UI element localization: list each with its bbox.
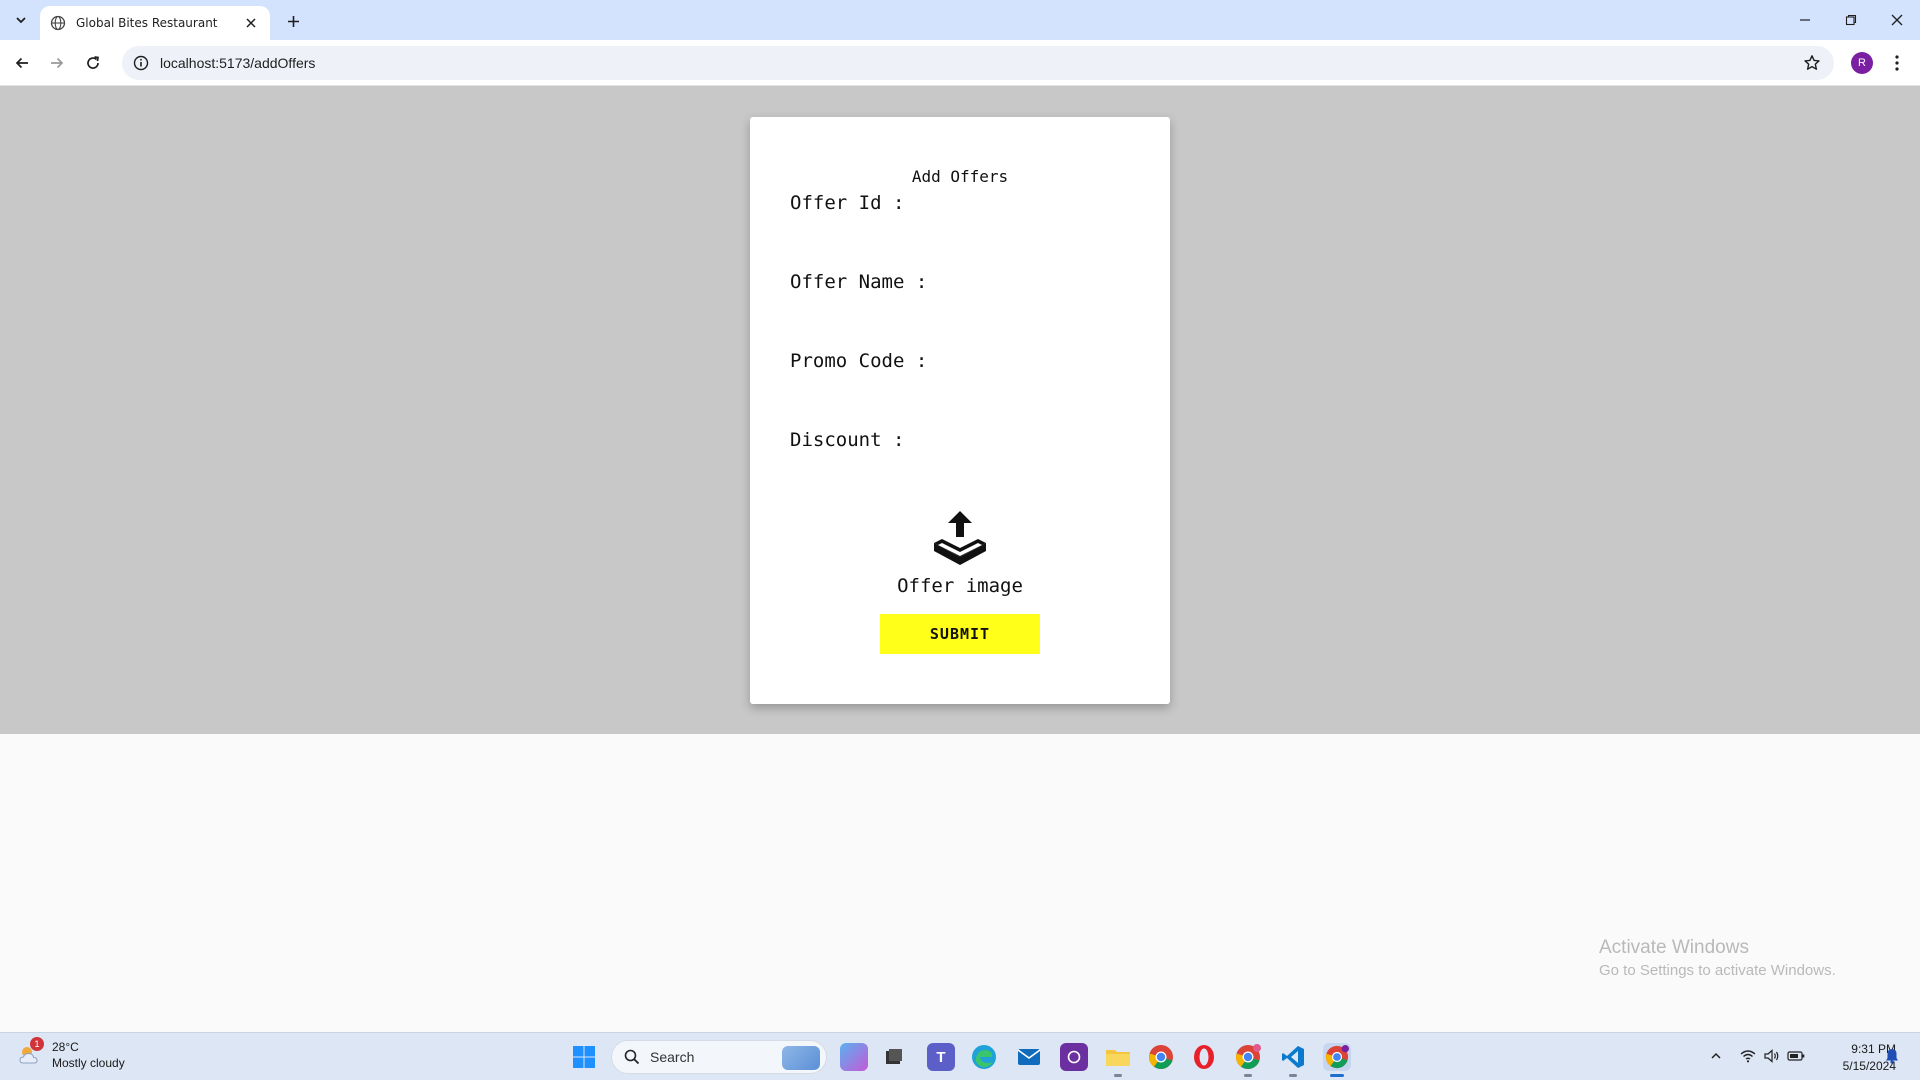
mail-icon[interactable] [1015,1043,1043,1071]
activate-windows-watermark: Activate Windows Go to Settings to activ… [1599,937,1836,979]
offer-image-upload[interactable]: Offer image [750,511,1170,597]
site-info-icon[interactable] [132,54,150,72]
close-tab-icon[interactable] [242,14,260,32]
running-indicator [1289,1074,1297,1077]
running-indicator [1330,1074,1344,1077]
profile-avatar[interactable]: R [1851,52,1873,74]
cloudy-weather-icon: 1 [16,1037,44,1069]
windows-start-icon[interactable] [572,1045,596,1069]
search-icon [624,1049,640,1065]
address-bar[interactable]: localhost:5173/addOffers [122,46,1834,80]
search-highlight-icon [782,1046,820,1070]
more-menu-icon[interactable] [1885,51,1909,75]
opera-icon[interactable] [1190,1043,1218,1071]
promo-code-label: Promo Code : [790,350,928,372]
battery-icon[interactable] [1787,1047,1805,1065]
volume-icon[interactable] [1763,1047,1781,1065]
edge-icon[interactable] [970,1043,998,1071]
add-offers-card: Add Offers Offer Id : Offer Name : Promo… [750,117,1170,704]
bookmark-star-icon[interactable] [1800,51,1824,75]
windows-taskbar: 1 28°C Mostly cloudy Search T 9:31 PM 5/… [0,1032,1920,1080]
modal-overlay: Add Offers Offer Id : Offer Name : Promo… [0,86,1920,734]
tab-title: Global Bites Restaurant [76,16,218,30]
wifi-icon[interactable] [1739,1047,1757,1065]
upload-icon [934,511,986,565]
weather-temperature: 28°C [52,1040,79,1054]
submit-button[interactable]: SUBMIT [880,614,1040,654]
browser-tab-bar: Global Bites Restaurant [0,0,1920,40]
watermark-title: Activate Windows [1599,937,1749,958]
notification-bell-icon[interactable] [1883,1047,1901,1065]
reload-icon[interactable] [81,51,105,75]
close-window-icon[interactable] [1882,8,1912,32]
file-explorer-icon[interactable] [1104,1043,1132,1077]
globe-icon [50,15,66,31]
taskbar-search[interactable]: Search [611,1040,827,1074]
back-arrow-icon[interactable] [10,51,34,75]
show-hidden-icons-chevron-icon[interactable] [1707,1047,1725,1065]
copilot-icon[interactable] [840,1043,868,1071]
weather-widget[interactable]: 1 28°C Mostly cloudy [16,1037,125,1070]
form-title: Add Offers [911,167,1009,186]
offer-id-label: Offer Id : [790,192,905,214]
offer-image-label: Offer image [897,575,1023,597]
task-view-icon[interactable] [880,1043,908,1071]
running-indicator [1114,1074,1122,1077]
chrome-profile-icon[interactable] [1234,1043,1262,1077]
discount-label: Discount : [790,429,905,451]
minimize-icon[interactable] [1790,8,1820,32]
restore-icon[interactable] [1836,8,1866,32]
watermark-subtitle: Go to Settings to activate Windows. [1599,962,1836,979]
url-text: localhost:5173/addOffers [160,55,316,71]
running-indicator [1244,1074,1252,1077]
vscode-icon[interactable] [1279,1043,1307,1077]
search-placeholder: Search [650,1049,695,1065]
offer-name-label: Offer Name : [790,271,928,293]
tab-search-chevron-icon[interactable] [10,9,32,31]
forward-arrow-icon[interactable] [45,51,69,75]
new-tab-plus-icon[interactable] [281,9,305,33]
chrome-active-icon[interactable] [1323,1043,1351,1077]
weather-description: Mostly cloudy [52,1056,125,1070]
browser-tab[interactable]: Global Bites Restaurant [40,6,270,40]
chrome-icon[interactable] [1147,1043,1175,1071]
proton-vpn-icon[interactable] [1060,1043,1088,1071]
browser-toolbar: localhost:5173/addOffers R [0,40,1920,86]
weather-alert-badge: 1 [30,1037,44,1051]
teams-icon[interactable]: T [927,1043,955,1071]
